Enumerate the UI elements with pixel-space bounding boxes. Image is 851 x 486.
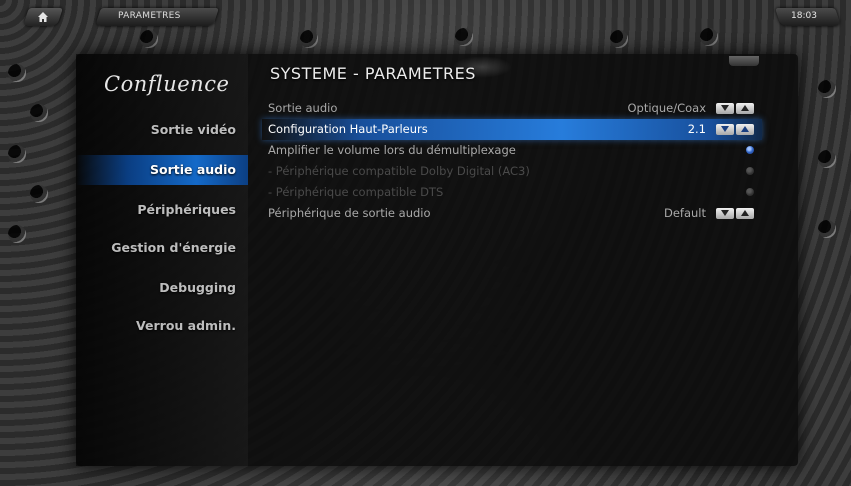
setting-audio-output-device[interactable]: Périphérique de sortie audio Default (262, 203, 762, 224)
decor-hole (8, 145, 26, 163)
spinner (716, 208, 756, 220)
setting-label: - Périphérique compatible Dolby Digital … (268, 164, 530, 178)
arrow-up-icon[interactable] (736, 208, 754, 219)
decor-hole (818, 220, 836, 238)
decor-hole (8, 225, 26, 243)
sidebar-item-admin-lock[interactable]: Verrou admin. (76, 311, 248, 341)
setting-value: 2.1 (687, 122, 706, 136)
clock: 18:03 (791, 11, 817, 21)
sidebar-item-peripherals[interactable]: Périphériques (76, 195, 248, 225)
decor-hole (700, 28, 718, 46)
top-bar: PARAMETRES 18:03 (0, 0, 851, 26)
decor-hole (30, 185, 48, 203)
breadcrumb: PARAMETRES (118, 11, 181, 21)
radio-button-icon (746, 188, 754, 196)
decor-hole (300, 30, 318, 48)
setting-audio-output[interactable]: Sortie audio Optique/Coax (262, 98, 762, 119)
decor-hole (818, 150, 836, 168)
radio-button-icon (746, 167, 754, 175)
setting-label: Périphérique de sortie audio (268, 206, 431, 220)
setting-label: Configuration Haut-Parleurs (268, 122, 428, 136)
arrow-down-icon[interactable] (716, 208, 734, 219)
decor-hole (610, 30, 628, 48)
spinner (716, 124, 756, 136)
decor-hole (818, 80, 836, 98)
settings-list: Sortie audio Optique/Coax Configuration … (262, 98, 762, 224)
sidebar-item-power-management[interactable]: Gestion d'énergie (76, 233, 248, 263)
app-logo: Confluence (104, 72, 230, 96)
sidebar-item-audio-output[interactable]: Sortie audio (76, 155, 248, 185)
setting-boost-volume-downmix[interactable]: Amplifier le volume lors du démultiplexa… (262, 140, 762, 161)
setting-value: Optique/Coax (627, 101, 706, 115)
sidebar-item-video-output[interactable]: Sortie vidéo (76, 115, 248, 145)
setting-label: Amplifier le volume lors du démultiplexa… (268, 143, 516, 157)
sidebar-item-debugging[interactable]: Debugging (76, 273, 248, 303)
decor-hole (455, 28, 473, 46)
decor-hole (30, 104, 48, 122)
arrow-down-icon[interactable] (716, 124, 734, 135)
setting-label: - Périphérique compatible DTS (268, 185, 444, 199)
close-button[interactable] (729, 56, 759, 66)
decor-hole (140, 30, 158, 48)
setting-dolby-digital-capable: - Périphérique compatible Dolby Digital … (262, 161, 762, 182)
setting-value: Default (663, 206, 706, 220)
spinner (716, 103, 756, 115)
setting-dts-capable: - Périphérique compatible DTS (262, 182, 762, 203)
arrow-down-icon[interactable] (716, 103, 734, 114)
arrow-up-icon[interactable] (736, 124, 754, 135)
setting-label: Sortie audio (268, 101, 338, 115)
arrow-up-icon[interactable] (736, 103, 754, 114)
page-title: SYSTEME - PARAMETRES (270, 64, 476, 83)
decor-hole (8, 64, 26, 82)
setting-speaker-configuration[interactable]: Configuration Haut-Parleurs 2.1 (262, 119, 762, 140)
radio-button-icon[interactable] (746, 146, 754, 154)
home-icon[interactable] (37, 11, 49, 23)
